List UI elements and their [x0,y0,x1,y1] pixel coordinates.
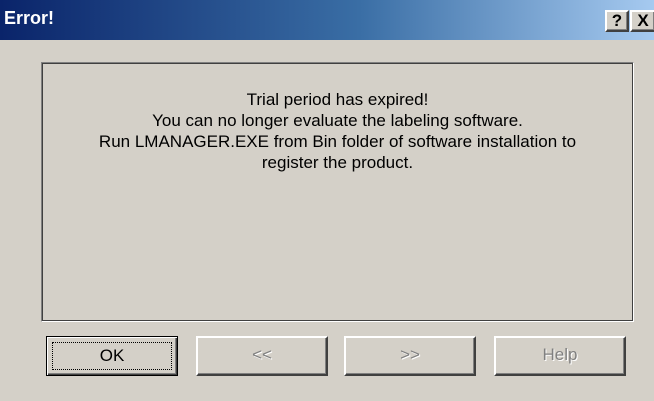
close-icon[interactable]: X [630,10,654,32]
next-button[interactable]: >> [344,336,476,376]
message-panel-frame: Trial period has expired! You can no lon… [42,63,633,321]
help-button[interactable]: Help [494,336,626,376]
message-line-2: You can no longer evaluate the labeling … [152,111,523,130]
error-dialog: Error! ? X Trial period has expired! You… [0,0,654,401]
previous-button[interactable]: << [196,336,328,376]
message-line-4: register the product. [261,153,414,172]
title-bar[interactable]: Error! ? X [0,0,654,40]
ok-button-label: OK [52,342,172,370]
message-line-1: Trial period has expired! [246,90,429,109]
message-line-3: Run LMANAGER.EXE from Bin folder of soft… [98,132,577,151]
ok-button[interactable]: OK [46,336,178,376]
help-icon[interactable]: ? [605,10,629,32]
message-panel: Trial period has expired! You can no lon… [41,62,634,322]
error-message: Trial period has expired! You can no lon… [43,89,632,173]
window-title: Error! [4,8,55,28]
